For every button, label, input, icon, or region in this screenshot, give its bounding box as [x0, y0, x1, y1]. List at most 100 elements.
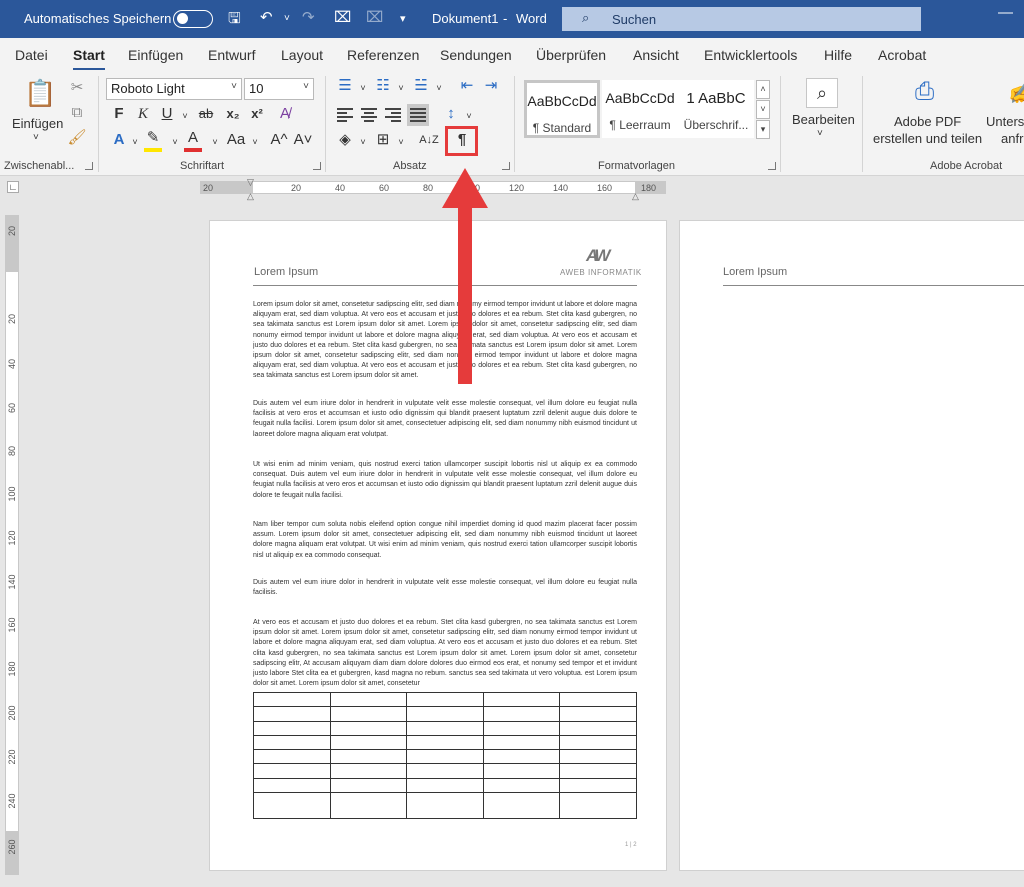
tab-datei[interactable]: Datei: [15, 47, 48, 63]
highlight-icon[interactable]: ✎: [144, 128, 162, 152]
tab-ueberpruefen[interactable]: Überprüfen: [536, 47, 606, 63]
align-right-icon[interactable]: [385, 108, 401, 124]
numbering-dropdown-icon[interactable]: ˅: [390, 78, 412, 98]
bold-button[interactable]: F: [108, 104, 130, 124]
editing-dropdown-icon[interactable]: ˅: [817, 128, 823, 139]
font-color-button[interactable]: A: [184, 128, 202, 152]
font-dialog-launcher-icon[interactable]: [313, 162, 321, 170]
body-paragraph[interactable]: At vero eos et accusam et justo duo dolo…: [253, 618, 637, 690]
strikethrough-button[interactable]: ab: [195, 104, 217, 124]
search-placeholder: Suchen: [612, 12, 657, 27]
minimize-icon[interactable]: —: [998, 4, 1013, 21]
tab-entwicklertools[interactable]: Entwicklertools: [704, 47, 797, 63]
font-name-combo[interactable]: Roboto Light ˅: [106, 78, 242, 100]
styles-scroll-down-icon[interactable]: ˅: [756, 100, 770, 119]
save-icon[interactable]: 🖫: [228, 8, 241, 33]
document-page-2[interactable]: [679, 220, 1024, 871]
highlight-dropdown-icon[interactable]: ˅: [164, 132, 186, 152]
ruler-label: 40: [335, 183, 346, 193]
tab-einfuegen[interactable]: Einfügen: [128, 47, 183, 63]
increase-indent-icon[interactable]: ⇥: [480, 76, 502, 96]
customize-toolbar-icon[interactable]: ▾: [400, 12, 406, 25]
create-pdf-icon[interactable]: ⎙: [915, 78, 934, 106]
styles-scroll-up-icon[interactable]: ˄: [756, 80, 770, 99]
editing-button[interactable]: Bearbeiten: [792, 112, 855, 127]
create-pdf-label-2[interactable]: erstellen und teilen: [873, 131, 982, 146]
hanging-indent-marker-icon[interactable]: △: [247, 191, 254, 202]
underline-dropdown-icon[interactable]: ˅: [174, 106, 196, 126]
align-center-icon[interactable]: [361, 108, 377, 124]
tab-referenzen[interactable]: Referenzen: [347, 47, 419, 63]
text-effects-dropdown-icon[interactable]: ˅: [124, 132, 146, 152]
font-color-dropdown-icon[interactable]: ˅: [204, 132, 226, 152]
style-preview: AaBbCcDd: [605, 90, 675, 106]
multilevel-dropdown-icon[interactable]: ˅: [428, 78, 450, 98]
comment-icon[interactable]: ⌧: [366, 8, 383, 26]
paste-button[interactable]: Einfügen: [12, 116, 63, 131]
change-case-dropdown-icon[interactable]: ˅: [244, 132, 266, 152]
group-divider: [325, 76, 326, 172]
group-divider: [98, 76, 99, 172]
undo-dropdown-icon[interactable]: ˅: [284, 13, 290, 24]
paste-dropdown-icon[interactable]: ˅: [33, 132, 39, 143]
bullets-dropdown-icon[interactable]: ˅: [352, 78, 374, 98]
font-size-combo[interactable]: 10 ˅: [244, 78, 314, 100]
tab-entwurf[interactable]: Entwurf: [208, 47, 255, 63]
paste-icon[interactable]: 📋: [24, 78, 56, 109]
styles-dialog-launcher-icon[interactable]: [768, 162, 776, 170]
vertical-ruler[interactable]: 20 20 40 60 80 100 120 140 160 180 200 2…: [5, 215, 19, 875]
format-painter-icon[interactable]: 🖌: [66, 128, 88, 148]
line-spacing-dropdown-icon[interactable]: ˅: [458, 106, 480, 126]
paragraph-dialog-launcher-icon[interactable]: [502, 162, 510, 170]
subscript-button[interactable]: x₂: [222, 104, 244, 124]
tab-acrobat[interactable]: Acrobat: [878, 47, 926, 63]
first-line-indent-marker-icon[interactable]: ▽: [247, 177, 254, 188]
tab-layout[interactable]: Layout: [281, 47, 323, 63]
request-signature-label-1[interactable]: Unters: [986, 114, 1024, 129]
request-signature-icon[interactable]: ✍: [1008, 78, 1024, 107]
body-paragraph[interactable]: Lorem ipsum dolor sit amet, consetetur s…: [253, 300, 637, 382]
shrink-font-button[interactable]: A˅: [292, 130, 314, 150]
styles-more-icon[interactable]: ▾: [756, 120, 770, 139]
superscript-button[interactable]: x²: [246, 104, 268, 124]
body-paragraph[interactable]: Ut wisi enim ad minim veniam, quis nostr…: [253, 460, 637, 501]
grow-font-button[interactable]: A^: [268, 130, 290, 150]
tab-sendungen[interactable]: Sendungen: [440, 47, 512, 63]
undo-icon[interactable]: ↶: [260, 8, 273, 26]
cut-icon[interactable]: ✂: [66, 78, 88, 98]
search-box[interactable]: ⌕ Suchen: [562, 7, 921, 31]
touch-mode-icon[interactable]: ⌧: [334, 8, 351, 26]
clipboard-dialog-launcher-icon[interactable]: [85, 162, 93, 170]
style-standard[interactable]: AaBbCcDd ¶ Standard: [524, 80, 600, 138]
redo-icon[interactable]: ↷: [302, 8, 315, 26]
tab-hilfe[interactable]: Hilfe: [824, 47, 852, 63]
shading-dropdown-icon[interactable]: ˅: [352, 132, 374, 152]
style-ueberschrift[interactable]: 1 AaBbC Überschrif...: [678, 80, 754, 138]
borders-dropdown-icon[interactable]: ˅: [390, 132, 412, 152]
find-icon[interactable]: ⌕: [806, 78, 838, 108]
clear-formatting-icon[interactable]: A̸: [274, 104, 296, 124]
body-paragraph[interactable]: Nam liber tempor cum soluta nobis eleife…: [253, 520, 637, 561]
tab-start[interactable]: Start: [73, 47, 105, 71]
style-leerraum[interactable]: AaBbCcDd ¶ Leerraum: [602, 80, 678, 138]
body-paragraph[interactable]: Duis autem vel eum iriure dolor in hendr…: [253, 578, 637, 599]
ruler-label: 80: [7, 446, 17, 457]
request-signature-label-2[interactable]: anfr: [1001, 131, 1023, 146]
copy-icon[interactable]: ⧉: [66, 103, 88, 123]
ruler-label: 200: [7, 705, 17, 721]
decrease-indent-icon[interactable]: ⇤: [456, 76, 478, 96]
font-name-value: Roboto Light: [111, 81, 185, 96]
horizontal-ruler[interactable]: 20 20 40 60 80 100 120 140 160 180: [200, 181, 666, 194]
italic-button[interactable]: K: [132, 104, 154, 124]
right-indent-marker-icon[interactable]: △: [632, 191, 639, 202]
tab-selector-icon[interactable]: ∟: [7, 181, 19, 193]
page-header-title: Lorem Ipsum: [254, 266, 319, 278]
tab-ansicht[interactable]: Ansicht: [633, 47, 679, 63]
document-table[interactable]: [253, 691, 637, 820]
autosave-toggle[interactable]: [173, 10, 213, 28]
body-paragraph[interactable]: Duis autem vel eum iriure dolor in hendr…: [253, 399, 637, 440]
sort-button[interactable]: A↓Z: [416, 130, 442, 150]
justify-icon[interactable]: [407, 104, 429, 126]
create-pdf-label-1[interactable]: Adobe PDF: [894, 114, 961, 129]
align-left-icon[interactable]: [337, 108, 353, 124]
